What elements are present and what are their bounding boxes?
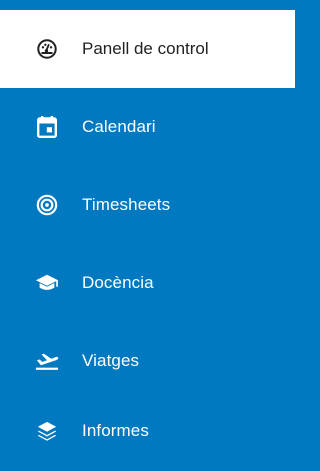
sidebar-item-label: Panell de control bbox=[82, 39, 209, 58]
sidebar-item-label: Viatges bbox=[82, 351, 140, 370]
sidebar-item-panell-de-control[interactable]: Panell de control bbox=[0, 10, 295, 88]
sidebar-nav: Panell de control Calendari Timesheets D… bbox=[0, 0, 295, 471]
sidebar-item-label: Informes bbox=[82, 421, 149, 440]
sidebar-item-viatges[interactable]: Viatges bbox=[0, 322, 295, 400]
sidebar-item-informes[interactable]: Informes bbox=[0, 392, 295, 470]
sidebar-item-calendari[interactable]: Calendari bbox=[0, 88, 295, 166]
layers-icon bbox=[35, 419, 59, 443]
calendar-icon bbox=[35, 115, 59, 139]
sidebar-item-label: Calendari bbox=[82, 117, 156, 136]
sidebar-item-docencia[interactable]: Docència bbox=[0, 244, 295, 322]
sidebar-item-label: Docència bbox=[82, 273, 154, 292]
sidebar-item-label: Timesheets bbox=[82, 195, 171, 214]
graduation-cap-icon bbox=[35, 271, 59, 295]
airplane-departure-icon bbox=[35, 349, 59, 373]
dashboard-gauge-icon bbox=[35, 37, 59, 61]
target-icon bbox=[35, 193, 59, 217]
sidebar-item-timesheets[interactable]: Timesheets bbox=[0, 166, 295, 244]
